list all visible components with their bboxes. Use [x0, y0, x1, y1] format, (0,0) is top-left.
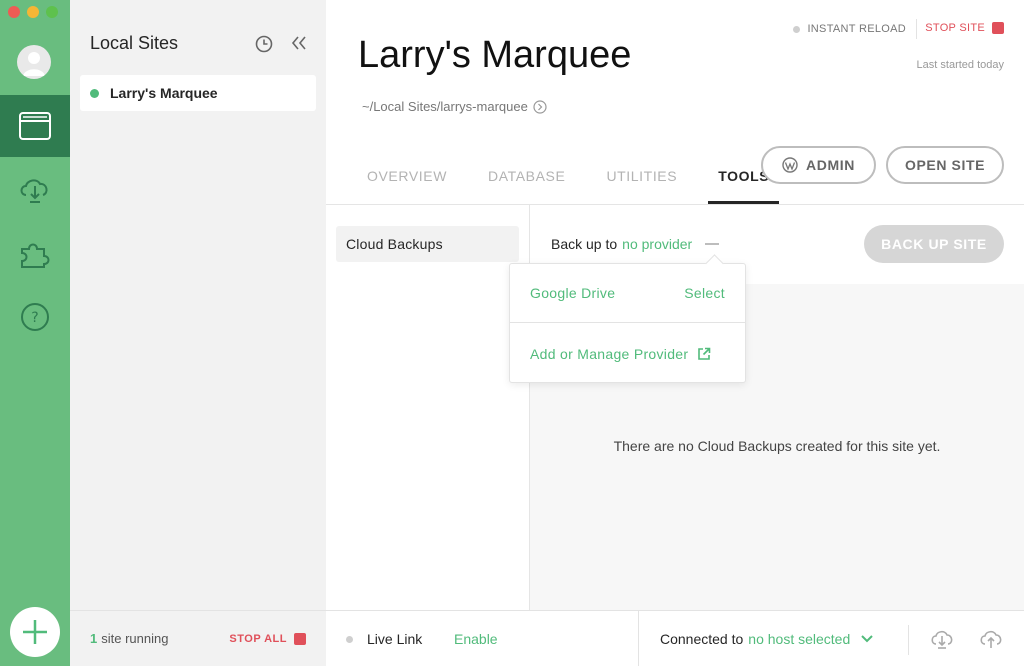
- minimize-window-button[interactable]: [27, 6, 39, 18]
- select-provider-button[interactable]: Select: [684, 285, 725, 301]
- rail-cloud-connect[interactable]: [0, 158, 70, 220]
- provider-select[interactable]: no provider: [622, 236, 692, 252]
- rail-add-ons[interactable]: [0, 222, 70, 284]
- avatar[interactable]: [17, 45, 51, 79]
- tab-database[interactable]: DATABASE: [478, 160, 575, 204]
- stop-all-label: STOP ALL: [229, 632, 287, 645]
- provider-dropdown: Google Drive Select Add or Manage Provid…: [509, 263, 746, 383]
- puzzle-icon: [21, 243, 50, 268]
- help-icon: ?: [21, 303, 49, 331]
- stop-square-icon: [992, 22, 1004, 34]
- open-site-button-label: OPEN SITE: [904, 157, 986, 173]
- tab-overview[interactable]: OVERVIEW: [357, 160, 457, 204]
- clock-icon: [255, 35, 273, 53]
- add-site-button[interactable]: [10, 607, 60, 657]
- stop-site-button[interactable]: STOP SITE: [925, 22, 1004, 34]
- instant-reload-toggle[interactable]: INSTANT RELOAD: [793, 23, 906, 35]
- running-label: site running: [101, 631, 169, 646]
- double-chevron-left-icon: [291, 36, 306, 50]
- wordpress-icon: [782, 157, 798, 173]
- pull-button[interactable]: [929, 627, 955, 656]
- page-title: Larry's Marquee: [358, 34, 632, 76]
- sidebar-title: Local Sites: [90, 33, 179, 53]
- stop-all-button[interactable]: STOP ALL: [229, 632, 306, 645]
- live-link-status: Live Link: [346, 631, 422, 647]
- stop-site-label: STOP SITE: [925, 22, 985, 34]
- main-panel: INSTANT RELOAD STOP SITE Last started to…: [326, 0, 1024, 666]
- site-list-item-name: Larry's Marquee: [110, 85, 218, 101]
- site-path[interactable]: ~/Local Sites/larrys-marquee: [362, 99, 547, 114]
- zoom-window-button[interactable]: [46, 6, 58, 18]
- manage-provider-link[interactable]: Add or Manage Provider: [510, 324, 745, 383]
- instant-reload-label: INSTANT RELOAD: [807, 23, 906, 35]
- svg-text:?: ?: [31, 310, 38, 326]
- window-controls: [8, 6, 58, 18]
- site-tabs: OVERVIEW DATABASE UTILITIES TOOLS: [357, 160, 780, 204]
- site-list-item[interactable]: Larry's Marquee: [80, 75, 316, 111]
- back-up-site-button[interactable]: BACK UP SITE: [864, 225, 1004, 263]
- live-link-label: Live Link: [367, 631, 423, 647]
- tools-nav-cloud-backups[interactable]: Cloud Backups: [336, 226, 519, 262]
- backup-provider-row: Back up to no provider: [551, 236, 720, 252]
- tools-nav: Cloud Backups: [326, 205, 530, 610]
- admin-button[interactable]: ADMIN: [761, 146, 876, 184]
- cloud-download-icon: [931, 630, 953, 649]
- close-window-button[interactable]: [8, 6, 20, 18]
- collapse-sidebar-button[interactable]: [290, 34, 308, 57]
- cloud-download-icon: [20, 179, 48, 203]
- push-button[interactable]: [978, 627, 1004, 656]
- provider-name: Google Drive: [530, 285, 616, 301]
- browser-window-icon: [19, 112, 51, 140]
- plus-icon: [23, 620, 47, 644]
- tab-utilities[interactable]: UTILITIES: [596, 160, 687, 204]
- cloud-upload-icon: [980, 630, 1002, 648]
- arrow-circle-right-icon[interactable]: [533, 99, 547, 114]
- site-status-dot: [90, 88, 99, 98]
- footer-divider: [638, 611, 639, 666]
- running-count: 1: [90, 631, 98, 646]
- chevron-down-icon[interactable]: [860, 634, 874, 644]
- header-divider: [916, 19, 917, 39]
- host-connection: Connected to no host selected: [660, 631, 874, 647]
- sites-footer: 1 site running STOP ALL: [70, 610, 326, 666]
- site-path-text: ~/Local Sites/larrys-marquee: [362, 99, 528, 114]
- instant-reload-status-dot: [793, 25, 801, 33]
- open-site-button[interactable]: OPEN SITE: [886, 146, 1004, 184]
- dropdown-toggle-icon[interactable]: [705, 243, 720, 245]
- icon-rail: ?: [0, 0, 70, 666]
- stop-square-icon: [294, 632, 306, 645]
- manage-provider-label: Add or Manage Provider: [530, 345, 689, 362]
- recent-sites-button[interactable]: [255, 35, 273, 58]
- empty-backups-message: There are no Cloud Backups created for t…: [613, 438, 941, 454]
- rail-local-sites[interactable]: [0, 95, 70, 157]
- enable-live-link-button[interactable]: Enable: [454, 631, 498, 647]
- user-icon: [23, 52, 45, 76]
- connected-prefix: Connected to: [660, 631, 744, 647]
- live-link-status-dot: [346, 635, 353, 643]
- dropdown-provider-row[interactable]: Google Drive Select: [510, 264, 745, 323]
- host-select[interactable]: no host selected: [748, 631, 850, 647]
- sites-sidebar: Local Sites Larry's Marquee 1 site runni…: [70, 0, 326, 666]
- rail-help[interactable]: ?: [0, 286, 70, 348]
- admin-button-label: ADMIN: [806, 157, 855, 173]
- last-started-text: Last started today: [916, 59, 1004, 71]
- backup-prefix: Back up to: [551, 236, 618, 252]
- external-link-icon: [698, 347, 711, 360]
- main-footer: Live Link Enable Connected to no host se…: [326, 610, 1024, 666]
- footer-divider: [908, 625, 909, 655]
